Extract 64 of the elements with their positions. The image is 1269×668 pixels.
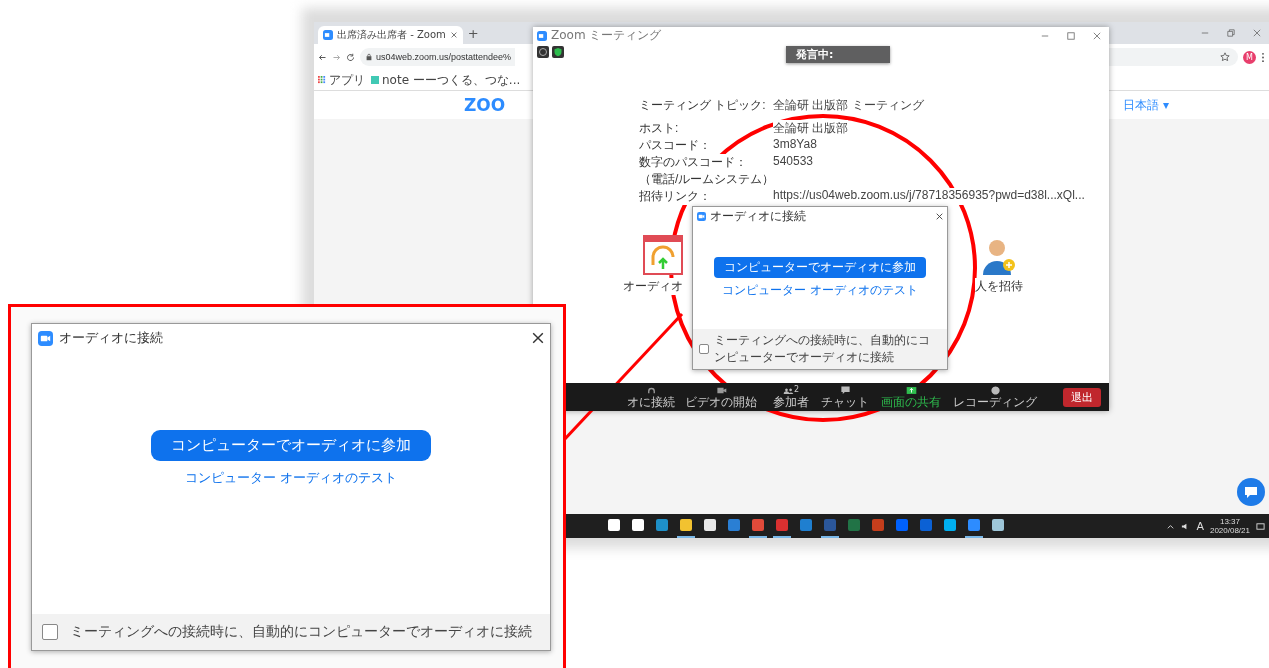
- chat-bubble-icon[interactable]: [1237, 478, 1265, 506]
- browser-tab[interactable]: 出席済み出席者 - Zoom: [318, 26, 463, 44]
- upload-arrow-icon[interactable]: [905, 385, 917, 396]
- clock-time: 13:37: [1219, 517, 1240, 526]
- feature-label: オーディオ: [623, 278, 683, 295]
- info-label: ミーティング トピック:: [639, 97, 766, 114]
- logo: ZOO: [464, 95, 506, 115]
- grid-icon: [318, 76, 326, 84]
- bookmark-item[interactable]: アプリ: [318, 71, 365, 89]
- dialog-title: オーディオに接続: [710, 207, 806, 225]
- test-audio-link[interactable]: コンピューター オーディオのテスト: [184, 469, 398, 487]
- maximize-icon[interactable]: [1067, 31, 1075, 40]
- window-title: Zoom ミーティング: [551, 27, 662, 44]
- back-arrow-icon[interactable]: [318, 52, 327, 62]
- toolbar-label[interactable]: ビデオの開始: [685, 396, 757, 409]
- profile-avatar[interactable]: M: [1243, 50, 1256, 64]
- toolbar-label[interactable]: オに接続: [627, 396, 675, 409]
- auto-connect-label: ミーティングへの接続時に、自動的にコンピューターでオーディオに接続: [714, 332, 931, 366]
- restore-icon[interactable]: [1227, 29, 1235, 37]
- participants-icon[interactable]: [782, 385, 794, 396]
- auto-connect-checkbox[interactable]: [42, 624, 58, 640]
- dialog-title: オーディオに接続: [59, 329, 163, 347]
- shield-icon[interactable]: [552, 46, 564, 58]
- menu-icon[interactable]: [1261, 51, 1265, 63]
- notification-icon[interactable]: [1256, 521, 1265, 531]
- feature-label: 人を招待: [975, 278, 1023, 295]
- clock-date: 2020/08/21: [1209, 526, 1250, 535]
- toolbar-label[interactable]: レコーディング: [953, 396, 1037, 409]
- test-audio-link[interactable]: コンピューター オーディオのテスト: [722, 282, 918, 299]
- video-camera-icon: [697, 211, 706, 221]
- ime-indicator[interactable]: A: [1196, 519, 1204, 533]
- video-camera-icon: [537, 30, 547, 41]
- page-icon: [371, 76, 379, 84]
- auto-connect-label: ミーティングへの接続時に、自動的にコンピューターでオーディオに接続: [70, 623, 532, 641]
- toolbar-label[interactable]: チャット: [821, 396, 869, 409]
- join-audio-button[interactable]: コンピューターでオーディオに参加: [714, 257, 926, 278]
- leave-button[interactable]: 退出: [1063, 387, 1101, 407]
- reload-icon[interactable]: [346, 52, 355, 62]
- close-icon[interactable]: [532, 332, 544, 344]
- video-icon[interactable]: [715, 385, 727, 396]
- info-label: ホスト:: [639, 120, 679, 137]
- auto-connect-checkbox[interactable]: [699, 344, 709, 354]
- info-value: 全論研 出版部 ミーティング: [773, 97, 924, 114]
- participant-count: 2: [793, 385, 800, 394]
- headphone-icon[interactable]: [643, 235, 683, 275]
- info-value: https://us04web.zoom.us/j/78718356935?pwd=d38l...xQl...: [773, 188, 1085, 205]
- close-icon[interactable]: [936, 212, 943, 220]
- audio-icon[interactable]: [645, 385, 657, 396]
- record-icon[interactable]: [989, 385, 1001, 396]
- toolbar-label[interactable]: 画面の共有: [881, 396, 941, 409]
- chat-icon[interactable]: [839, 385, 851, 396]
- toolbar-label[interactable]: 参加者: [773, 396, 809, 409]
- video-camera-icon: [323, 30, 333, 40]
- address-bar[interactable]: us04web.zoom.us/postattendee%: [360, 48, 516, 66]
- video-camera-icon: [38, 330, 53, 346]
- bookmark-item[interactable]: note ーーつくる、つな...: [371, 71, 521, 89]
- language-menu[interactable]: 日本語 ▾: [1123, 96, 1169, 114]
- star-icon[interactable]: [1220, 52, 1230, 62]
- join-audio-button[interactable]: コンピューターでオーディオに参加: [151, 430, 431, 461]
- speaker-badge: 発言中:: [786, 46, 890, 63]
- info-icon[interactable]: [537, 46, 549, 58]
- info-value: 全論研 出版部: [773, 120, 849, 137]
- lock-icon: [365, 53, 373, 61]
- new-tab-button[interactable]: +: [467, 25, 479, 41]
